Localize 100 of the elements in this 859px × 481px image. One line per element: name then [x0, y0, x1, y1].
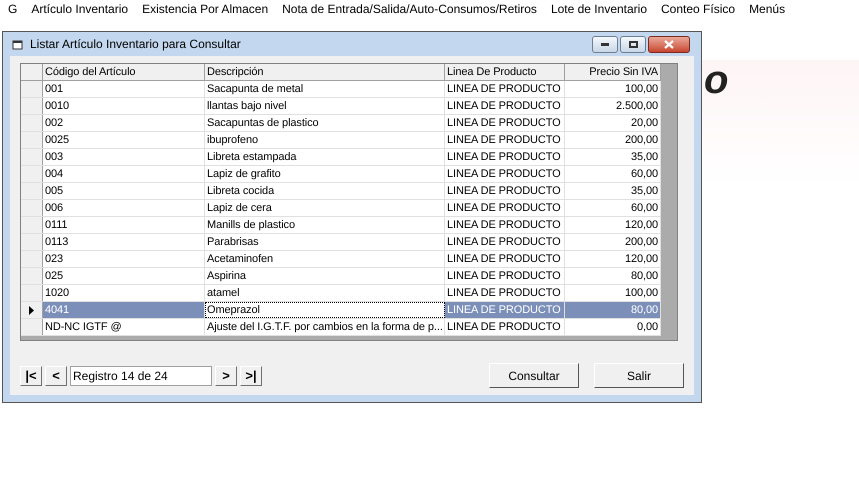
table-cell: 200,00 — [565, 234, 661, 250]
table-cell: 100,00 — [565, 285, 661, 301]
menu-item[interactable]: Lote de Inventario — [550, 0, 648, 18]
table-cell: 0113 — [43, 234, 205, 250]
table-cell: llantas bajo nivel — [205, 98, 445, 114]
table-cell: ND-NC IGTF @ — [43, 319, 205, 335]
table-cell: 80,00 — [565, 268, 661, 284]
table-row[interactable]: 0111 Manills de plastico LINEA DE PRODUCTO 120,00 — [21, 217, 661, 234]
menu-item[interactable]: Existencia Por Almacen — [142, 0, 268, 18]
last-record-button[interactable]: >| — [240, 366, 262, 386]
table-cell: 200,00 — [565, 132, 661, 148]
next-record-button[interactable]: > — [215, 366, 237, 386]
table-row[interactable]: 023 Acetaminofen LINEA DE PRODUCTO 120,00 — [21, 251, 661, 268]
minimize-button[interactable] — [592, 36, 618, 52]
table-row[interactable]: 002 Sacapuntas de plastico LINEA DE PRODUCTO 20,00 — [21, 115, 661, 132]
table-row[interactable]: 0010 llantas bajo nivel LINEA DE PRODUCTO 2.500,00 — [21, 98, 661, 115]
menu-item[interactable]: Nota de Entrada/Salida/Auto-Consumos/Retiros — [282, 0, 537, 18]
table-cell: LINEA DE PRODUCTO — [445, 200, 565, 216]
table-cell: 0025 — [43, 132, 205, 148]
table-cell: Acetaminofen — [205, 251, 445, 267]
table-cell: atamel — [205, 285, 445, 301]
maximize-button[interactable] — [620, 36, 646, 52]
table-cell: LINEA DE PRODUCTO — [445, 234, 565, 250]
table-cell: Aspirina — [205, 268, 445, 284]
table-cell: Sacapunta de metal — [205, 81, 445, 97]
table-cell: 0,00 — [565, 319, 661, 335]
table-cell: 100,00 — [565, 81, 661, 97]
table-cell: LINEA DE PRODUCTO — [445, 285, 565, 301]
menu-item[interactable]: Artículo Inventario — [31, 0, 128, 18]
column-header[interactable]: Código del Artículo — [43, 64, 205, 80]
table-row[interactable]: 025 Aspirina LINEA DE PRODUCTO 80,00 — [21, 268, 661, 285]
close-button[interactable] — [648, 36, 690, 52]
table-row[interactable]: 005 Libreta cocida LINEA DE PRODUCTO 35,00 — [21, 183, 661, 200]
table-cell: 60,00 — [565, 166, 661, 182]
table-cell: LINEA DE PRODUCTO — [445, 319, 565, 335]
table-cell: LINEA DE PRODUCTO — [445, 98, 565, 114]
table-row[interactable]: 0113 Parabrisas LINEA DE PRODUCTO 200,00 — [21, 234, 661, 251]
table-row[interactable]: 001 Sacapunta de metal LINEA DE PRODUCTO 100,00 — [21, 81, 661, 98]
table-cell: 002 — [43, 115, 205, 131]
previous-record-button[interactable]: < — [45, 366, 67, 386]
table-cell: Lapiz de cera — [205, 200, 445, 216]
record-field[interactable]: Registro 14 de 24 — [70, 366, 212, 386]
column-header[interactable]: Linea De Producto — [445, 64, 565, 80]
table-cell: Sacapuntas de plastico — [205, 115, 445, 131]
table-cell: Parabrisas — [205, 234, 445, 250]
logo-text: o — [704, 58, 728, 102]
table-cell: ibuprofeno — [205, 132, 445, 148]
table-cell: Lapiz de grafito — [205, 166, 445, 182]
menu-item[interactable]: Menús — [749, 0, 786, 18]
menu-item[interactable]: G — [8, 0, 18, 18]
table-cell: 023 — [43, 251, 205, 267]
close-icon — [664, 40, 674, 48]
table-cell: 004 — [43, 166, 205, 182]
table-cell: LINEA DE PRODUCTO — [445, 268, 565, 284]
table-cell: Ajuste del I.G.T.F. por cambios en la forma de p... — [205, 319, 445, 335]
table-cell: 001 — [43, 81, 205, 97]
table-cell: LINEA DE PRODUCTO — [445, 217, 565, 233]
table-cell: 025 — [43, 268, 205, 284]
first-record-button[interactable]: |< — [20, 366, 42, 386]
table-cell: 2.500,00 — [565, 98, 661, 114]
window-icon — [12, 38, 24, 50]
window-title: Listar Artículo Inventario para Consultar — [30, 36, 241, 53]
column-header[interactable]: Descripción — [205, 64, 445, 80]
table-row[interactable]: 006 Lapiz de cera LINEA DE PRODUCTO 60,00 — [21, 200, 661, 217]
table-row[interactable]: ND-NC IGTF @ Ajuste del I.G.T.F. por cambios en la forma de p... LINEA DE PRODUCTO 0,00 — [21, 319, 661, 336]
table-cell: 005 — [43, 183, 205, 199]
table-cell: 0010 — [43, 98, 205, 114]
table-cell: 120,00 — [565, 251, 661, 267]
table-cell: LINEA DE PRODUCTO — [445, 302, 565, 318]
table-cell: 003 — [43, 149, 205, 165]
table-cell: 35,00 — [565, 183, 661, 199]
table-cell: Omeprazol — [205, 302, 445, 318]
table-cell: 120,00 — [565, 217, 661, 233]
table-row[interactable]: 004 Lapiz de grafito LINEA DE PRODUCTO 60,00 — [21, 166, 661, 183]
table-cell: 006 — [43, 200, 205, 216]
table-cell: LINEA DE PRODUCTO — [445, 251, 565, 267]
row-pointer-icon — [29, 306, 34, 314]
dialog-button[interactable]: Consultar — [489, 363, 579, 388]
table-cell: LINEA DE PRODUCTO — [445, 115, 565, 131]
table-cell: LINEA DE PRODUCTO — [445, 166, 565, 182]
table-cell: 80,00 — [565, 302, 661, 318]
table-cell: LINEA DE PRODUCTO — [445, 183, 565, 199]
table-cell: Manills de plastico — [205, 217, 445, 233]
table-cell: 0111 — [43, 217, 205, 233]
table-cell: 4041 — [43, 302, 205, 318]
table-row[interactable]: 4041 Omeprazol LINEA DE PRODUCTO 80,00 — [21, 302, 661, 319]
table-cell: Libreta estampada — [205, 149, 445, 165]
table-cell: Libreta cocida — [205, 183, 445, 199]
table-cell: LINEA DE PRODUCTO — [445, 149, 565, 165]
table-cell: 20,00 — [565, 115, 661, 131]
table-cell: LINEA DE PRODUCTO — [445, 132, 565, 148]
menu-item[interactable]: Conteo Físico — [661, 0, 736, 18]
column-header[interactable]: Precio Sin IVA — [565, 64, 661, 80]
table-row[interactable]: 003 Libreta estampada LINEA DE PRODUCTO 35,00 — [21, 149, 661, 166]
table-row[interactable]: 0025 ibuprofeno LINEA DE PRODUCTO 200,00 — [21, 132, 661, 149]
table-cell: LINEA DE PRODUCTO — [445, 81, 565, 97]
table-cell: 60,00 — [565, 200, 661, 216]
table-cell: 1020 — [43, 285, 205, 301]
table-cell: 35,00 — [565, 149, 661, 165]
dialog-button[interactable]: Salir — [594, 363, 684, 388]
